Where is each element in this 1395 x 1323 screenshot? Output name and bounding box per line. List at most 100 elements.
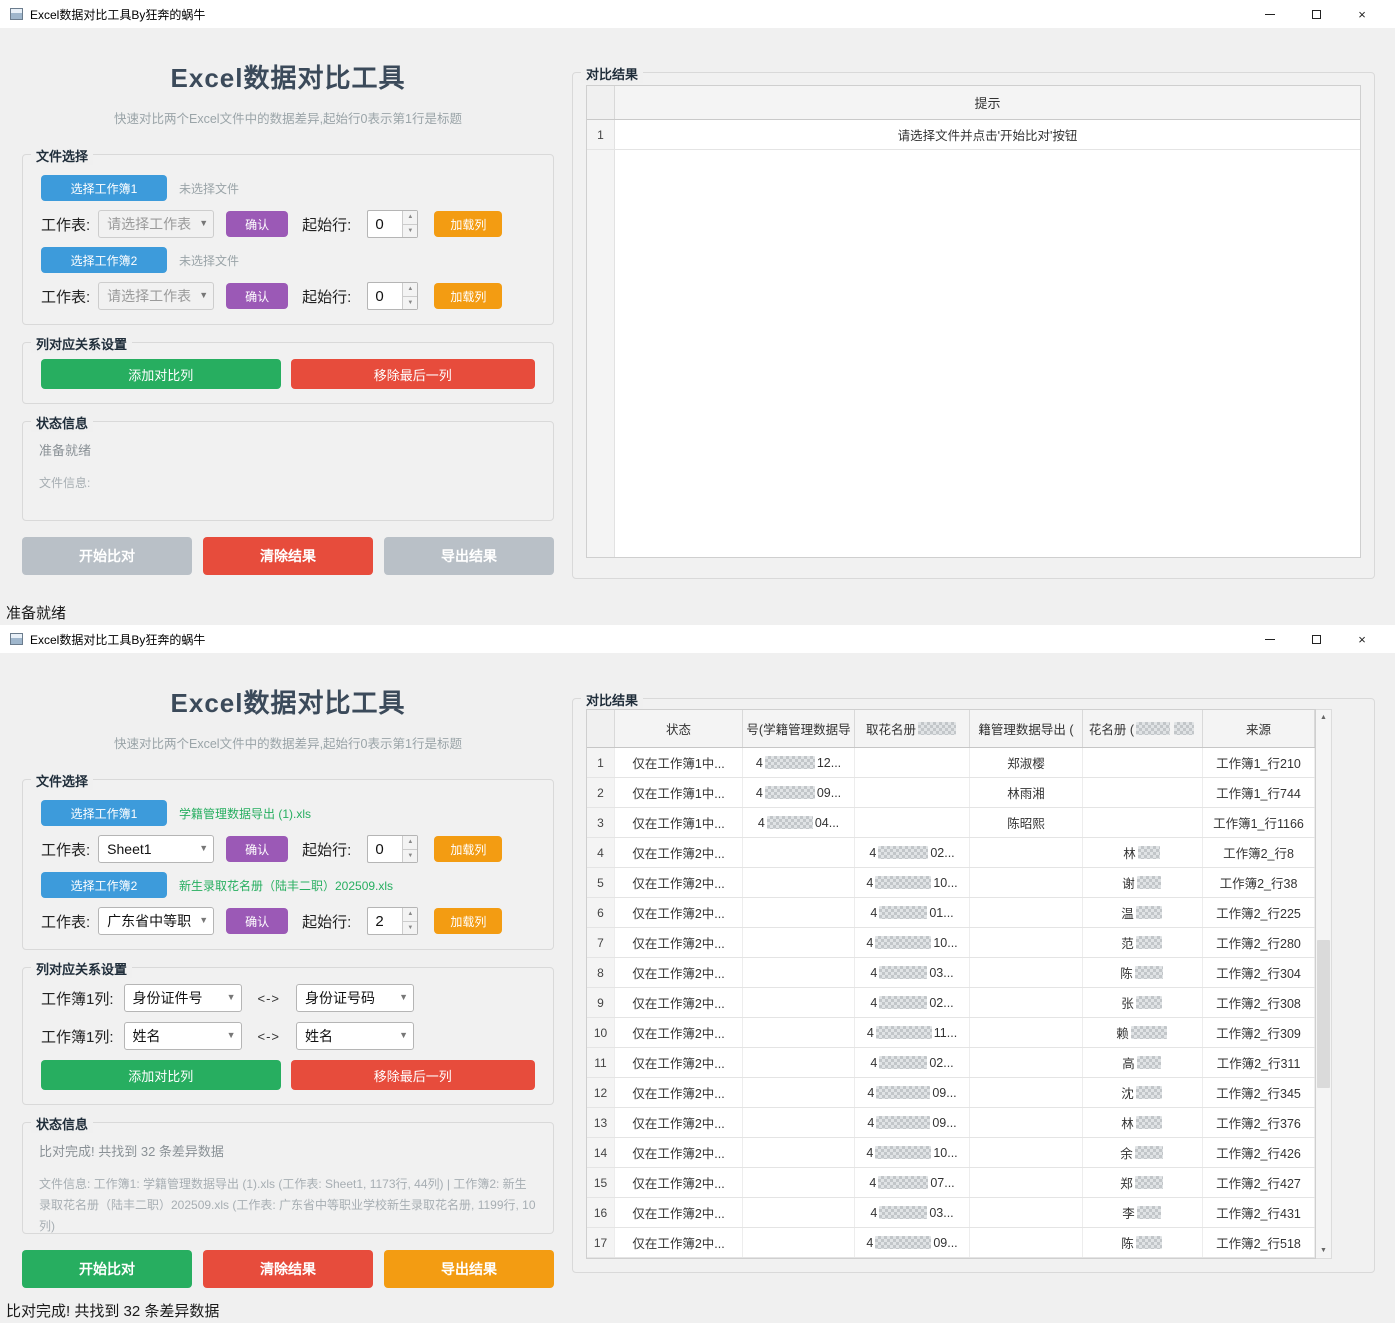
row-number[interactable]: 8: [587, 958, 615, 987]
table-cell[interactable]: [743, 1168, 855, 1197]
table-cell[interactable]: [855, 808, 970, 837]
table-cell[interactable]: [970, 1018, 1083, 1047]
table-cell[interactable]: 林: [1083, 838, 1203, 867]
table-cell[interactable]: [970, 1138, 1083, 1167]
table-cell[interactable]: [970, 1198, 1083, 1227]
table-cell[interactable]: 仅在工作簿2中...: [615, 1018, 743, 1047]
table-cell[interactable]: 赖: [1083, 1018, 1203, 1047]
table-cell[interactable]: 仅在工作簿1中...: [615, 778, 743, 807]
table-cell[interactable]: [743, 988, 855, 1017]
table-cell[interactable]: 陈昭熙: [970, 808, 1083, 837]
row-number[interactable]: 11: [587, 1048, 615, 1077]
table-cell[interactable]: 陈: [1083, 1228, 1203, 1257]
start-row1-stepper[interactable]: 0 ▲ ▼: [367, 210, 418, 238]
table-cell[interactable]: 林雨湘: [970, 778, 1083, 807]
table-cell[interactable]: [970, 1228, 1083, 1257]
close-button[interactable]: ×: [1339, 0, 1385, 28]
maximize-button[interactable]: [1293, 625, 1339, 653]
confirm-sheet1-button[interactable]: 确认: [226, 211, 288, 237]
spin-up-icon[interactable]: ▲: [403, 283, 417, 297]
table-cell[interactable]: 工作簿2_行427: [1203, 1168, 1315, 1197]
row-number[interactable]: 1: [587, 120, 615, 149]
table-cell[interactable]: 410...: [855, 928, 970, 957]
table-cell[interactable]: 410...: [855, 1138, 970, 1167]
table-cell[interactable]: 余: [1083, 1138, 1203, 1167]
load-columns1-button[interactable]: 加载列: [434, 836, 502, 862]
table-cell[interactable]: [970, 958, 1083, 987]
table-cell[interactable]: 仅在工作簿2中...: [615, 928, 743, 957]
table-cell[interactable]: [743, 1018, 855, 1047]
table-cell[interactable]: [743, 868, 855, 897]
row-number[interactable]: 6: [587, 898, 615, 927]
table-cell[interactable]: 请选择文件并点击'开始比对'按钮: [615, 120, 1360, 149]
pick-workbook1-button[interactable]: 选择工作簿1: [41, 175, 167, 201]
table-cell[interactable]: 工作簿2_行8: [1203, 838, 1315, 867]
table-cell[interactable]: 412...: [743, 748, 855, 777]
table-cell[interactable]: 林: [1083, 1108, 1203, 1137]
table-cell[interactable]: [970, 988, 1083, 1017]
row-number[interactable]: 13: [587, 1108, 615, 1137]
start-row2-stepper[interactable]: 2 ▲ ▼: [367, 907, 418, 935]
close-button[interactable]: ×: [1339, 625, 1385, 653]
stepper-buttons[interactable]: ▲ ▼: [402, 283, 417, 309]
sheet1-select[interactable]: 请选择工作表 ▼: [98, 210, 214, 238]
table-cell[interactable]: [970, 868, 1083, 897]
table-cell[interactable]: 张: [1083, 988, 1203, 1017]
start-row1-stepper[interactable]: 0 ▲ ▼: [367, 835, 418, 863]
stepper-buttons[interactable]: ▲ ▼: [402, 211, 417, 237]
row-number[interactable]: 10: [587, 1018, 615, 1047]
table-cell[interactable]: 411...: [855, 1018, 970, 1047]
table-cell[interactable]: 工作簿2_行309: [1203, 1018, 1315, 1047]
add-compare-column-button[interactable]: 添加对比列: [41, 1060, 281, 1090]
table-cell[interactable]: 401...: [855, 898, 970, 927]
table-column-header[interactable]: 提示: [615, 86, 1360, 119]
table-cell[interactable]: [970, 1108, 1083, 1137]
export-results-button[interactable]: 导出结果: [384, 1250, 554, 1288]
table-cell[interactable]: [970, 1048, 1083, 1077]
table-cell[interactable]: 工作簿2_行431: [1203, 1198, 1315, 1227]
stepper-buttons[interactable]: ▲ ▼: [402, 836, 417, 862]
table-cell[interactable]: [970, 898, 1083, 927]
table-cell[interactable]: 403...: [855, 1198, 970, 1227]
table-cell[interactable]: 工作簿2_行304: [1203, 958, 1315, 987]
table-cell[interactable]: [743, 898, 855, 927]
table-cell[interactable]: [970, 1078, 1083, 1107]
table-cell[interactable]: 仅在工作簿2中...: [615, 1048, 743, 1077]
pick-workbook2-button[interactable]: 选择工作簿2: [41, 247, 167, 273]
table-cell[interactable]: 仅在工作簿2中...: [615, 838, 743, 867]
row-number[interactable]: 7: [587, 928, 615, 957]
table-cell[interactable]: 仅在工作簿2中...: [615, 958, 743, 987]
table-cell[interactable]: [743, 928, 855, 957]
table-cell[interactable]: 409...: [855, 1108, 970, 1137]
table-cell[interactable]: 仅在工作簿2中...: [615, 1138, 743, 1167]
table-cell[interactable]: 工作簿1_行210: [1203, 748, 1315, 777]
start-compare-button[interactable]: 开始比对: [22, 537, 192, 575]
sheet2-select[interactable]: 请选择工作表 ▼: [98, 282, 214, 310]
scroll-up-icon[interactable]: ▲: [1316, 710, 1331, 725]
add-compare-column-button[interactable]: 添加对比列: [41, 359, 281, 389]
table-cell[interactable]: 工作簿2_行225: [1203, 898, 1315, 927]
spin-up-icon[interactable]: ▲: [403, 836, 417, 850]
row-number[interactable]: 16: [587, 1198, 615, 1227]
table-cell[interactable]: [743, 1198, 855, 1227]
table-cell[interactable]: 仅在工作簿2中...: [615, 1228, 743, 1257]
spin-up-icon[interactable]: ▲: [403, 211, 417, 225]
clear-results-button[interactable]: 清除结果: [203, 1250, 373, 1288]
load-columns2-button[interactable]: 加载列: [434, 908, 502, 934]
start-row2-stepper[interactable]: 0 ▲ ▼: [367, 282, 418, 310]
table-cell[interactable]: [743, 1138, 855, 1167]
table-cell[interactable]: 仅在工作簿1中...: [615, 748, 743, 777]
table-cell[interactable]: 402...: [855, 1048, 970, 1077]
workbook2-column-select[interactable]: 身份证号码 ▼: [296, 984, 414, 1012]
scroll-down-icon[interactable]: ▼: [1316, 1243, 1331, 1258]
table-cell[interactable]: [970, 838, 1083, 867]
table-column-header[interactable]: 花名册 (: [1083, 710, 1203, 747]
table-cell[interactable]: [743, 958, 855, 987]
table-cell[interactable]: 403...: [855, 958, 970, 987]
table-cell[interactable]: [970, 928, 1083, 957]
table-cell[interactable]: [743, 838, 855, 867]
table-corner[interactable]: [587, 86, 615, 119]
table-cell[interactable]: 郑淑樱: [970, 748, 1083, 777]
table-cell[interactable]: 402...: [855, 838, 970, 867]
row-number[interactable]: 14: [587, 1138, 615, 1167]
